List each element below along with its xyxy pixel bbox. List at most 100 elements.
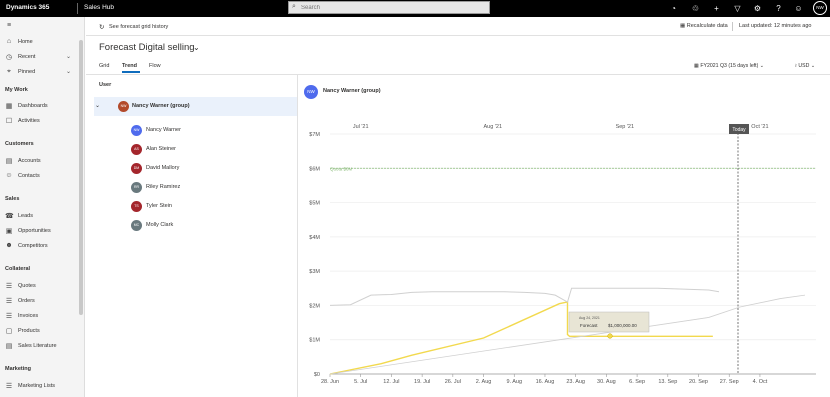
people-icon[interactable]: ☺ xyxy=(793,3,804,14)
forecast-title[interactable]: Forecast Digital selling xyxy=(99,42,195,53)
tooltip-box xyxy=(568,311,650,333)
sidebar-item-marketing-lists[interactable]: ☰ Marketing Lists xyxy=(0,381,80,393)
tooltip-label: Forecast xyxy=(580,323,598,328)
history-label: See forecast grid history xyxy=(109,24,169,30)
series-line xyxy=(329,287,720,306)
avatar: RR xyxy=(131,182,142,193)
sidebar-scrollbar[interactable] xyxy=(79,40,83,315)
user-row[interactable]: TS Tyler Stein xyxy=(86,199,296,215)
search-icon: ⌕ xyxy=(292,3,296,10)
group-row[interactable]: ⌄ NW Nancy Warner (group) xyxy=(94,97,297,116)
sidebar-item-quotes[interactable]: ☰ Quotes xyxy=(0,281,80,293)
y-tick-label: $7M xyxy=(309,132,320,138)
sidebar-item-invoices[interactable]: ☰ Invoices xyxy=(0,311,80,323)
quotes-icon: ☰ xyxy=(5,283,13,290)
sidebar-item-label: Marketing Lists xyxy=(18,383,55,389)
sidebar-item-accounts[interactable]: ▤ Accounts xyxy=(0,156,80,168)
chevron-down-icon: ⌄ xyxy=(759,63,765,69)
search-box[interactable]: ⌕ xyxy=(288,1,490,14)
sidebar-item-home[interactable]: ⌂ Home xyxy=(0,37,80,49)
tab-grid[interactable]: Grid xyxy=(99,63,109,69)
user-name: Nancy Warner xyxy=(146,127,181,133)
brand-title[interactable]: Dynamics 365 xyxy=(6,4,49,11)
app-name[interactable]: Sales Hub xyxy=(84,4,114,11)
user-row[interactable]: AS Alan Steiner xyxy=(86,142,296,158)
x-tick-label: 30. Aug xyxy=(597,379,616,385)
trend-chart[interactable]: $0 $1M $2M $3M $4M $5M $6M $7M Quota $6M Jul '21 A… xyxy=(298,75,830,397)
sidebar-item-label: Quotes xyxy=(18,283,36,289)
x-tick-label: 16. Aug xyxy=(536,379,555,385)
x-tick-label: 6. Sep xyxy=(629,379,645,385)
avatar: NW xyxy=(131,125,142,136)
sidebar-item-label: Leads xyxy=(18,213,33,219)
assistant-icon[interactable]: ◔ xyxy=(668,3,679,14)
y-tick-label: $4M xyxy=(309,235,320,241)
x-tick-label: 12. Jul xyxy=(383,379,399,385)
filter-icon[interactable]: ▽ xyxy=(732,3,743,14)
tooltip-date: Aug 24, 2021 xyxy=(579,316,600,320)
avatar: NW xyxy=(118,101,129,112)
plus-icon[interactable]: + xyxy=(711,3,722,14)
sidebar-item-products[interactable]: ▢ Products xyxy=(0,326,80,338)
calendar-icon: ▦ xyxy=(694,63,699,69)
sidebar-item-label: Opportunities xyxy=(18,228,51,234)
recalculate-button[interactable]: ▦ Recalculate data xyxy=(680,23,728,29)
user-row[interactable]: NW Nancy Warner xyxy=(86,123,296,139)
sidebar-item-sales-literature[interactable]: ▤ Sales Literature xyxy=(0,341,80,353)
chevron-down-icon[interactable]: ⌄ xyxy=(66,53,71,60)
sidebar-item-label: Invoices xyxy=(18,313,39,319)
last-updated-text: Last updated: 12 minutes ago xyxy=(739,23,812,29)
user-name: Riley Ramirez xyxy=(146,184,181,190)
forecast-history-button[interactable]: ↻ See forecast grid history xyxy=(99,24,169,31)
user-avatar[interactable]: NW xyxy=(813,1,827,15)
sidebar-item-orders[interactable]: ☰ Orders xyxy=(0,296,80,308)
sidebar-item-leads[interactable]: ☎ Leads xyxy=(0,211,80,223)
period-selector[interactable]: ▦ FY2021 Q3 (15 days left) ⌄ xyxy=(694,63,764,69)
currency-value: USD xyxy=(798,63,810,69)
sidebar-item-pinned[interactable]: ⌖ Pinned ⌄ xyxy=(0,67,80,79)
x-tick-label: 20. Sep xyxy=(689,379,708,385)
sidebar-item-activities[interactable]: ☐ Activities xyxy=(0,116,80,128)
chevron-down-icon[interactable]: ⌄ xyxy=(193,43,200,52)
sidebar-item-opportunities[interactable]: ▣ Opportunities xyxy=(0,226,80,238)
avatar: TS xyxy=(131,201,142,212)
help-icon[interactable]: ? xyxy=(773,3,784,14)
user-row[interactable]: RR Riley Ramirez xyxy=(86,180,296,196)
tab-trend[interactable]: Trend xyxy=(122,63,137,69)
sidebar-item-label: Competitors xyxy=(18,243,48,249)
search-input[interactable] xyxy=(301,4,481,12)
month-label: Oct '21 xyxy=(751,124,768,130)
sidebar-item-label: Recent xyxy=(18,54,36,60)
month-label: Sep '21 xyxy=(616,124,634,130)
sidebar-item-dashboards[interactable]: ▦ Dashboards xyxy=(0,101,80,113)
user-row[interactable]: MC Molly Clark xyxy=(86,218,296,234)
column-header-user: User xyxy=(99,82,112,88)
chevron-down-icon[interactable]: ⌄ xyxy=(95,102,100,109)
clock-icon: ◷ xyxy=(5,54,13,61)
lightbulb-icon[interactable]: ♲ xyxy=(690,3,701,14)
settings-icon[interactable]: ⚙ xyxy=(752,3,763,14)
sidebar-item-competitors[interactable]: ☻ Competitors xyxy=(0,241,80,253)
sidebar-item-label: Activities xyxy=(18,118,40,124)
avatar: DM xyxy=(131,163,142,174)
user-name: Alan Steiner xyxy=(146,146,176,152)
pin-icon: ⌖ xyxy=(7,68,11,75)
user-row[interactable]: DM David Mallory xyxy=(86,161,296,177)
tab-flow[interactable]: Flow xyxy=(149,63,161,69)
sidebar-item-label: Orders xyxy=(18,298,35,304)
dashboard-icon: ▦ xyxy=(5,103,13,110)
sidebar-item-contacts[interactable]: ☺ Contacts xyxy=(0,171,80,183)
x-tick-label: 19. Jul xyxy=(414,379,430,385)
x-tick-label: 27. Sep xyxy=(720,379,739,385)
user-hierarchy-panel: User ⌄ NW Nancy Warner (group) NW Nancy W… xyxy=(86,75,298,397)
y-tick-label: $5M xyxy=(309,201,320,207)
calculator-icon: ▦ xyxy=(680,23,686,29)
chevron-down-icon[interactable]: ⌄ xyxy=(66,68,71,75)
month-label: Aug '21 xyxy=(484,124,502,130)
products-icon: ▢ xyxy=(5,328,13,335)
x-tick-label: 13. Sep xyxy=(658,379,677,385)
hamburger-menu[interactable]: ≡ xyxy=(0,21,80,33)
sidebar-item-recent[interactable]: ◷ Recent ⌄ xyxy=(0,52,80,64)
currency-selector[interactable]: ≀ USD ⌄ xyxy=(795,63,815,69)
contacts-icon: ☺ xyxy=(5,172,13,179)
